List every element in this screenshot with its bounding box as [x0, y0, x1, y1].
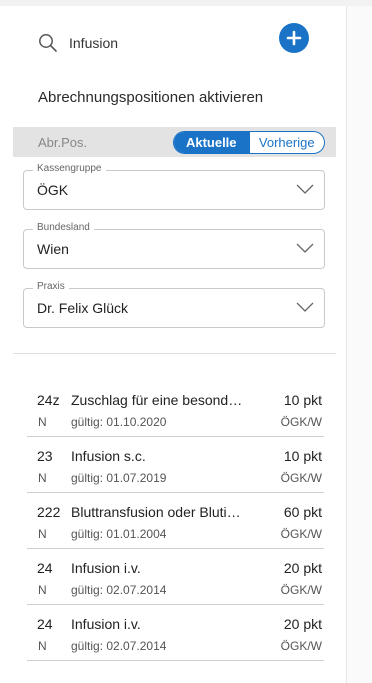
period-toggle: Aktuelle Vorherige: [173, 131, 325, 154]
divider: [13, 353, 336, 354]
item-title: Bluttransfusion oder Blutinfusion: [71, 504, 243, 520]
search-icon: [38, 33, 58, 53]
item-title: Infusion i.v.: [71, 560, 141, 576]
item-title: Infusion s.c.: [71, 448, 146, 464]
plus-icon: [286, 30, 302, 46]
section-title: Abrechnungspositionen aktivieren: [38, 89, 264, 106]
item-region: ÖGK/W: [280, 583, 322, 597]
item-points: 20 pkt: [283, 616, 322, 632]
left-panel: Infusion Abrechnungspositionen aktiviere…: [0, 6, 346, 683]
search-input[interactable]: Infusion: [69, 35, 118, 51]
tabs-label: Abr.Pos.: [38, 135, 88, 150]
item-region: ÖGK/W: [280, 471, 322, 485]
field-label: Bundesland: [33, 222, 94, 233]
tab-vorherige[interactable]: Vorherige: [248, 132, 325, 153]
item-flag: N: [38, 583, 47, 597]
item-valid: gültig: 01.10.2020: [71, 415, 167, 429]
item-valid: gültig: 01.07.2019: [71, 471, 167, 485]
search-bar[interactable]: Infusion: [38, 26, 310, 60]
item-valid: gültig: 01.01.2004: [71, 527, 167, 541]
item-points: 20 pkt: [283, 560, 322, 576]
item-code: 24: [37, 560, 53, 576]
field-value: ÖGK: [37, 182, 69, 198]
field-label: Praxis: [33, 281, 69, 292]
item-valid: gültig: 02.07.2014: [71, 639, 167, 653]
item-code: 24z: [37, 392, 60, 408]
field-label: Kassengruppe: [33, 163, 106, 174]
field-value: Dr. Felix Glück: [37, 300, 129, 316]
chevron-down-icon: [296, 184, 314, 194]
praxis-select[interactable]: Praxis Dr. Felix Glück: [23, 281, 325, 328]
list-item[interactable]: 222 Bluttransfusion oder Blutinfusion 60…: [27, 493, 324, 549]
chevron-down-icon: [296, 243, 314, 253]
list-item[interactable]: 24 Infusion i.v. 20 pkt N gültig: 02.07.…: [27, 605, 324, 661]
positions-list: 24z Zuschlag für eine besonderen 10 pkt …: [27, 381, 324, 661]
item-region: ÖGK/W: [280, 527, 322, 541]
item-flag: N: [38, 415, 47, 429]
field-value: Wien: [37, 241, 69, 257]
tabs-bar: Abr.Pos. Aktuelle Vorherige: [13, 127, 336, 157]
right-pane: [346, 6, 372, 683]
chevron-down-icon: [296, 302, 314, 312]
bundesland-select[interactable]: Bundesland Wien: [23, 222, 325, 269]
item-flag: N: [38, 639, 47, 653]
item-region: ÖGK/W: [280, 415, 322, 429]
item-flag: N: [38, 527, 47, 541]
item-valid: gültig: 02.07.2014: [71, 583, 167, 597]
item-title: Infusion i.v.: [71, 616, 141, 632]
add-button[interactable]: [279, 23, 309, 53]
item-flag: N: [38, 471, 47, 485]
item-code: 23: [37, 448, 53, 464]
list-item[interactable]: 24z Zuschlag für eine besonderen 10 pkt …: [27, 381, 324, 437]
item-title: Zuschlag für eine besonderen: [71, 392, 243, 408]
item-code: 24: [37, 616, 53, 632]
item-points: 10 pkt: [283, 448, 322, 464]
item-region: ÖGK/W: [280, 639, 322, 653]
item-points: 10 pkt: [283, 392, 322, 408]
item-points: 60 pkt: [283, 504, 322, 520]
tab-aktuelle[interactable]: Aktuelle: [174, 132, 249, 153]
item-code: 222: [37, 504, 61, 520]
list-item[interactable]: 24 Infusion i.v. 20 pkt N gültig: 02.07.…: [27, 549, 324, 605]
list-item[interactable]: 23 Infusion s.c. 10 pkt N gültig: 01.07.…: [27, 437, 324, 493]
kassengruppe-select[interactable]: Kassengruppe ÖGK: [23, 163, 325, 210]
